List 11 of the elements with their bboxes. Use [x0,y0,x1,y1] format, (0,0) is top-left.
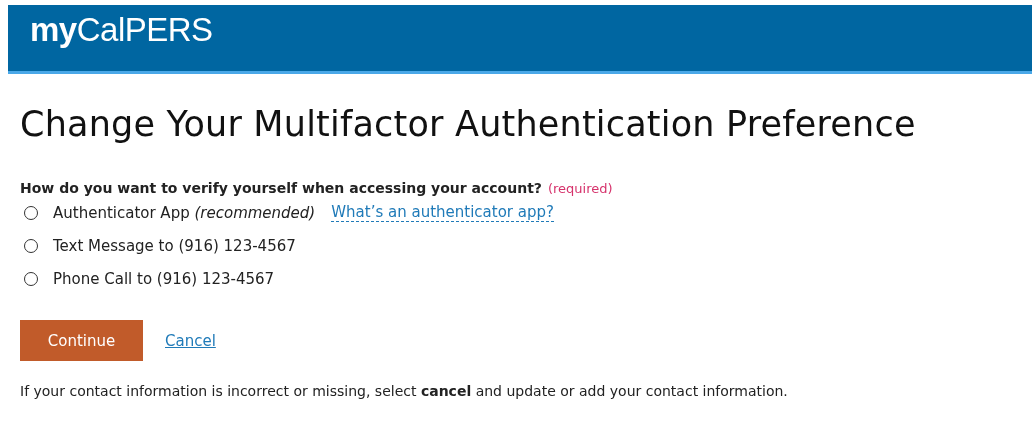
page-title: Change Your Multifactor Authentication Preference [20,104,917,144]
info-text: If your contact information is incorrect or missing, select cancel and update or add your contact information. [20,383,789,399]
option-label[interactable]: Authenticator App (recommended) [53,203,316,222]
cancel-link[interactable]: Cancel [165,331,216,350]
help-link[interactable]: What’s an authenticator app? [331,203,554,222]
option-label[interactable]: Phone Call to (916) 123-4567 [53,269,275,288]
logo[interactable]: myCalPERS [30,11,213,49]
continue-button[interactable]: Continue [20,320,143,361]
question-label: How do you want to verify yourself when accessing your account? [20,180,542,196]
required-note: (required) [547,181,613,196]
option-label[interactable]: Text Message to (916) 123-4567 [53,236,296,255]
